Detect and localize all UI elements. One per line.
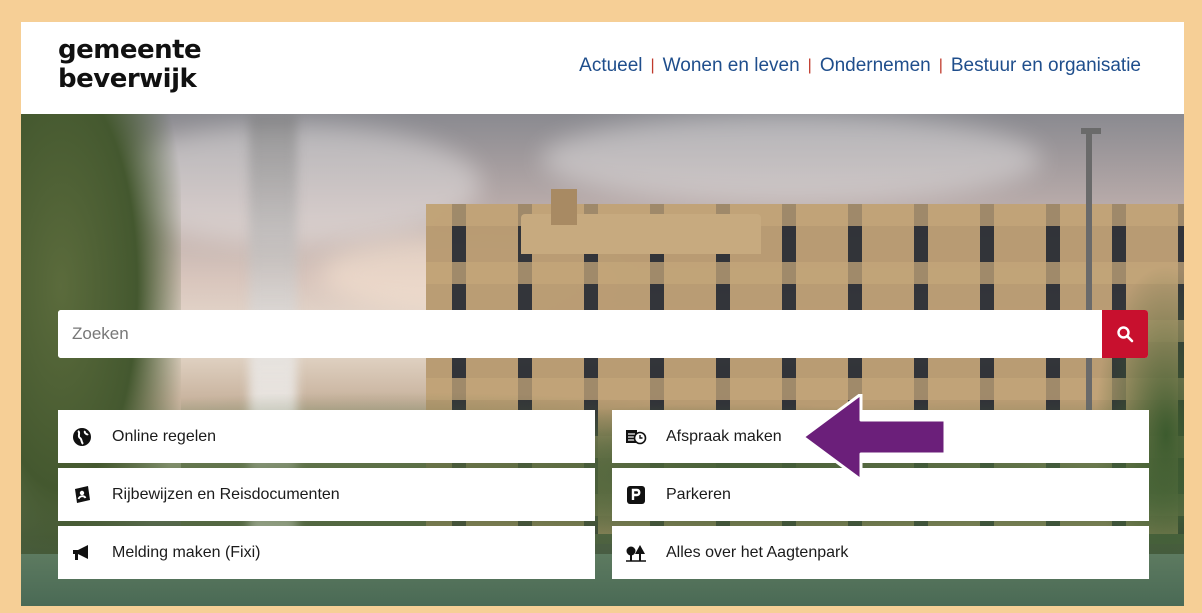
site-header: gemeente beverwijk Actueel | Wonen en le… — [21, 22, 1184, 114]
park-icon — [624, 541, 648, 565]
search-bar — [58, 310, 1148, 358]
tile-label: Rijbewijzen en Reisdocumenten — [112, 485, 340, 503]
parking-icon — [624, 483, 648, 507]
nav-separator: | — [938, 57, 943, 74]
logo-line-2: beverwijk — [58, 64, 197, 94]
tile-label: Parkeren — [666, 485, 731, 503]
calendar-clock-icon — [624, 425, 648, 449]
search-button[interactable] — [1102, 310, 1148, 358]
nav-link-actueel[interactable]: Actueel — [579, 55, 642, 77]
globe-icon — [70, 425, 94, 449]
search-icon — [1117, 326, 1134, 343]
search-input[interactable] — [58, 310, 1102, 358]
tile-melding-maken[interactable]: Melding maken (Fixi) — [58, 526, 595, 579]
nav-separator: | — [650, 57, 655, 74]
tile-aagtenpark[interactable]: Alles over het Aagtenpark — [612, 526, 1149, 579]
nav-link-bestuur-en-organisatie[interactable]: Bestuur en organisatie — [951, 55, 1141, 77]
tile-label: Afspraak maken — [666, 427, 782, 445]
nav-link-ondernemen[interactable]: Ondernemen — [820, 55, 931, 77]
hero-building-tower — [551, 189, 577, 225]
megaphone-icon — [70, 541, 94, 565]
id-card-icon — [70, 483, 94, 507]
site-logo[interactable]: gemeente beverwijk — [58, 35, 202, 94]
tile-rijbewijzen-en-reisdocumenten[interactable]: Rijbewijzen en Reisdocumenten — [58, 468, 595, 521]
tile-label: Melding maken (Fixi) — [112, 543, 261, 561]
nav-link-wonen-en-leven[interactable]: Wonen en leven — [663, 55, 800, 77]
page-frame: gemeente beverwijk Actueel | Wonen en le… — [21, 22, 1184, 606]
tile-label: Alles over het Aagtenpark — [666, 543, 849, 561]
logo-line-1: gemeente — [58, 35, 202, 65]
main-nav: Actueel | Wonen en leven | Ondernemen | … — [579, 55, 1141, 77]
tile-online-regelen[interactable]: Online regelen — [58, 410, 595, 463]
tile-label: Online regelen — [112, 427, 217, 445]
nav-separator: | — [807, 57, 812, 74]
annotation-arrow — [803, 394, 945, 480]
hero-cloud — [541, 114, 1041, 204]
